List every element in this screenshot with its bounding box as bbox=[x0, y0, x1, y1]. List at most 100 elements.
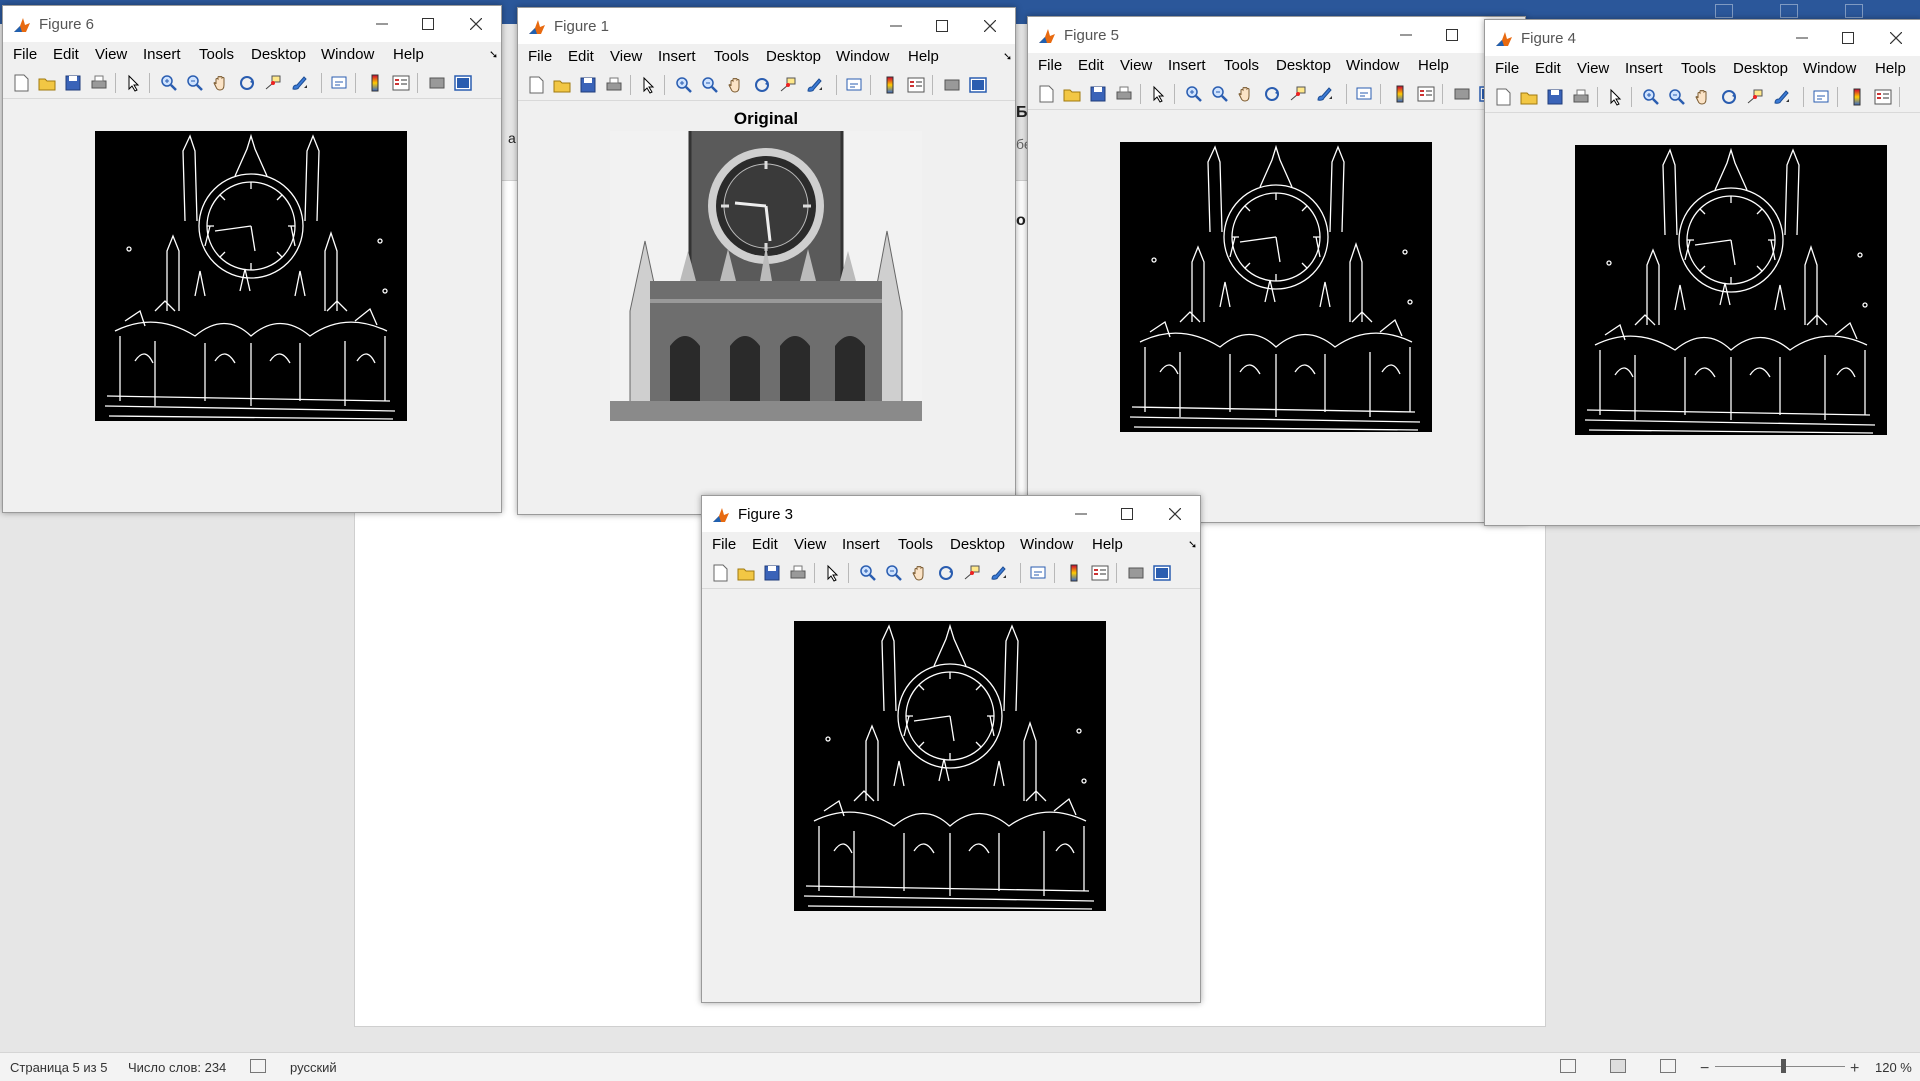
figure-4-window[interactable]: Figure 4 File Edit View Insert Tools Desktop W… bbox=[1484, 19, 1920, 526]
figure-3-window[interactable]: Figure 3 File Edit View Insert Tools Desktop W… bbox=[701, 495, 1201, 1003]
window-title-bar[interactable]: Figure 4 bbox=[1485, 20, 1920, 56]
pan-icon[interactable] bbox=[910, 563, 930, 583]
minimize-button[interactable] bbox=[1779, 20, 1825, 56]
legend-icon[interactable] bbox=[906, 75, 926, 95]
show-plot-tools-icon[interactable] bbox=[1152, 563, 1172, 583]
save-icon[interactable] bbox=[1545, 87, 1565, 107]
zoom-out-icon[interactable] bbox=[185, 73, 205, 93]
close-button[interactable] bbox=[967, 8, 1013, 44]
link-plot-icon[interactable] bbox=[329, 73, 349, 93]
menu-edit[interactable]: Edit bbox=[1535, 60, 1561, 77]
data-cursor-icon[interactable] bbox=[778, 75, 798, 95]
brush-icon[interactable] bbox=[289, 73, 309, 93]
menu-desktop[interactable]: Desktop bbox=[766, 48, 821, 65]
edit-plot-icon[interactable] bbox=[1148, 84, 1168, 104]
menu-window[interactable]: Window bbox=[1803, 60, 1856, 77]
show-plot-tools-icon[interactable] bbox=[453, 73, 473, 93]
minimize-button[interactable] bbox=[873, 8, 919, 44]
menu-help[interactable]: Help bbox=[1418, 57, 1449, 74]
zoom-out-icon[interactable] bbox=[1210, 84, 1230, 104]
menu-insert[interactable]: Insert bbox=[658, 48, 696, 65]
menu-insert[interactable]: Insert bbox=[842, 536, 880, 553]
data-cursor-icon[interactable] bbox=[962, 563, 982, 583]
zoom-out-icon[interactable] bbox=[700, 75, 720, 95]
zoom-out-icon[interactable] bbox=[1667, 87, 1687, 107]
menu-file[interactable]: File bbox=[712, 536, 736, 553]
hide-plot-tools-icon[interactable] bbox=[1452, 84, 1472, 104]
colorbar-icon[interactable] bbox=[365, 73, 385, 93]
menu-edit[interactable]: Edit bbox=[1078, 57, 1104, 74]
save-icon[interactable] bbox=[63, 73, 83, 93]
figure-1-window[interactable]: Figure 1 File Edit View Insert Tools Desktop W… bbox=[517, 7, 1016, 515]
figure-6-window[interactable]: Figure 6 File Edit View Insert Tools Desktop W… bbox=[2, 5, 502, 513]
pan-icon[interactable] bbox=[1693, 87, 1713, 107]
menu-view[interactable]: View bbox=[95, 46, 127, 63]
show-plot-tools-icon[interactable] bbox=[968, 75, 988, 95]
colorbar-icon[interactable] bbox=[1390, 84, 1410, 104]
zoom-in-button[interactable]: + bbox=[1850, 1060, 1859, 1078]
maximize-button[interactable] bbox=[1825, 20, 1871, 56]
brush-icon[interactable] bbox=[804, 75, 824, 95]
window-title-bar[interactable]: Figure 5 bbox=[1028, 17, 1525, 53]
window-title-bar[interactable]: Figure 1 bbox=[518, 8, 1015, 44]
link-plot-icon[interactable] bbox=[1811, 87, 1831, 107]
legend-icon[interactable] bbox=[1873, 87, 1893, 107]
maximize-button[interactable] bbox=[1429, 17, 1475, 53]
menu-tools[interactable]: Tools bbox=[714, 48, 749, 65]
brush-icon[interactable] bbox=[988, 563, 1008, 583]
link-plot-icon[interactable] bbox=[1028, 563, 1048, 583]
rotate-3d-icon[interactable] bbox=[1719, 87, 1739, 107]
rotate-3d-icon[interactable] bbox=[1262, 84, 1282, 104]
word-close-icon[interactable] bbox=[1845, 4, 1863, 18]
zoom-slider-track[interactable] bbox=[1715, 1066, 1845, 1067]
print-icon[interactable] bbox=[788, 563, 808, 583]
original-image[interactable] bbox=[610, 131, 922, 421]
legend-icon[interactable] bbox=[1416, 84, 1436, 104]
edge-detection-image[interactable] bbox=[794, 621, 1106, 911]
menu-insert[interactable]: Insert bbox=[1625, 60, 1663, 77]
menu-file[interactable]: File bbox=[1038, 57, 1062, 74]
status-language[interactable]: русский bbox=[290, 1060, 337, 1075]
menu-window[interactable]: Window bbox=[1020, 536, 1073, 553]
dock-figure-icon[interactable]: ➘ bbox=[489, 48, 498, 61]
save-icon[interactable] bbox=[762, 563, 782, 583]
brush-icon[interactable] bbox=[1314, 84, 1334, 104]
zoom-in-icon[interactable] bbox=[159, 73, 179, 93]
open-file-icon[interactable] bbox=[552, 75, 572, 95]
maximize-button[interactable] bbox=[1104, 496, 1150, 532]
word-restore-icon[interactable] bbox=[1780, 4, 1798, 18]
menu-edit[interactable]: Edit bbox=[568, 48, 594, 65]
edit-plot-icon[interactable] bbox=[638, 75, 658, 95]
print-layout-icon[interactable] bbox=[1610, 1059, 1626, 1073]
menu-file[interactable]: File bbox=[13, 46, 37, 63]
new-figure-icon[interactable] bbox=[1493, 87, 1513, 107]
menu-view[interactable]: View bbox=[794, 536, 826, 553]
zoom-out-button[interactable]: − bbox=[1700, 1060, 1709, 1078]
new-figure-icon[interactable] bbox=[11, 73, 31, 93]
new-figure-icon[interactable] bbox=[526, 75, 546, 95]
print-icon[interactable] bbox=[1114, 84, 1134, 104]
open-file-icon[interactable] bbox=[1062, 84, 1082, 104]
menu-help[interactable]: Help bbox=[1092, 536, 1123, 553]
pan-icon[interactable] bbox=[1236, 84, 1256, 104]
zoom-in-icon[interactable] bbox=[858, 563, 878, 583]
data-cursor-icon[interactable] bbox=[263, 73, 283, 93]
menu-tools[interactable]: Tools bbox=[199, 46, 234, 63]
open-file-icon[interactable] bbox=[1519, 87, 1539, 107]
rotate-3d-icon[interactable] bbox=[936, 563, 956, 583]
edge-detection-image[interactable] bbox=[1120, 142, 1432, 432]
menu-edit[interactable]: Edit bbox=[752, 536, 778, 553]
menu-insert[interactable]: Insert bbox=[143, 46, 181, 63]
menu-window[interactable]: Window bbox=[321, 46, 374, 63]
zoom-in-icon[interactable] bbox=[1641, 87, 1661, 107]
print-icon[interactable] bbox=[1571, 87, 1591, 107]
open-file-icon[interactable] bbox=[736, 563, 756, 583]
new-figure-icon[interactable] bbox=[710, 563, 730, 583]
menu-view[interactable]: View bbox=[1120, 57, 1152, 74]
maximize-button[interactable] bbox=[919, 8, 965, 44]
print-icon[interactable] bbox=[604, 75, 624, 95]
menu-file[interactable]: File bbox=[1495, 60, 1519, 77]
edit-plot-icon[interactable] bbox=[822, 563, 842, 583]
window-title-bar[interactable]: Figure 3 bbox=[702, 496, 1200, 532]
menu-edit[interactable]: Edit bbox=[53, 46, 79, 63]
